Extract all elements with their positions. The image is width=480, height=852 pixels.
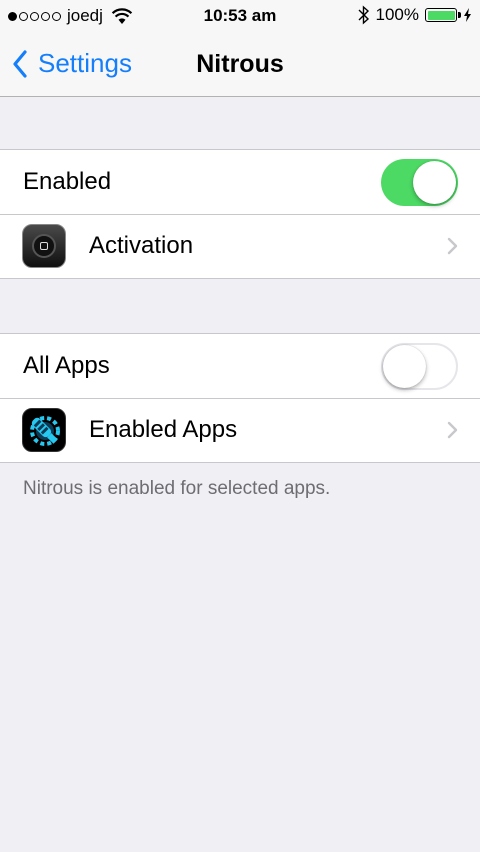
all-apps-toggle[interactable] xyxy=(381,343,458,390)
activation-label: Activation xyxy=(89,232,194,259)
battery-icon xyxy=(425,8,461,22)
all-apps-row: All Apps xyxy=(0,334,480,398)
status-right: 100% xyxy=(358,5,472,25)
enabled-label: Enabled xyxy=(23,168,112,195)
charging-bolt-icon xyxy=(464,8,471,22)
chevron-right-icon xyxy=(447,237,458,255)
enabled-apps-row[interactable]: Enabled Apps xyxy=(0,398,480,462)
settings-group-enable: Enabled Activation xyxy=(0,149,480,279)
enabled-apps-label: Enabled Apps xyxy=(89,416,238,443)
chevron-right-icon xyxy=(447,421,458,439)
status-bar: joedj 10:53 am 100% xyxy=(0,0,480,32)
page-title: Nitrous xyxy=(196,50,284,78)
activation-row[interactable]: Activation xyxy=(0,214,480,278)
toggle-knob xyxy=(413,161,456,204)
settings-group-apps: All Apps Enabled Apps xyxy=(0,333,480,463)
nitrous-app-icon xyxy=(22,408,66,452)
all-apps-label: All Apps xyxy=(23,352,110,379)
enabled-row: Enabled xyxy=(0,150,480,214)
activation-icon xyxy=(22,224,66,268)
footer-note: Nitrous is enabled for selected apps. xyxy=(23,478,331,499)
toggle-knob xyxy=(383,345,426,388)
battery-percentage: 100% xyxy=(375,5,419,24)
bluetooth-icon xyxy=(358,5,369,25)
enabled-toggle[interactable] xyxy=(381,159,458,206)
navigation-bar: Settings Nitrous xyxy=(0,32,480,97)
